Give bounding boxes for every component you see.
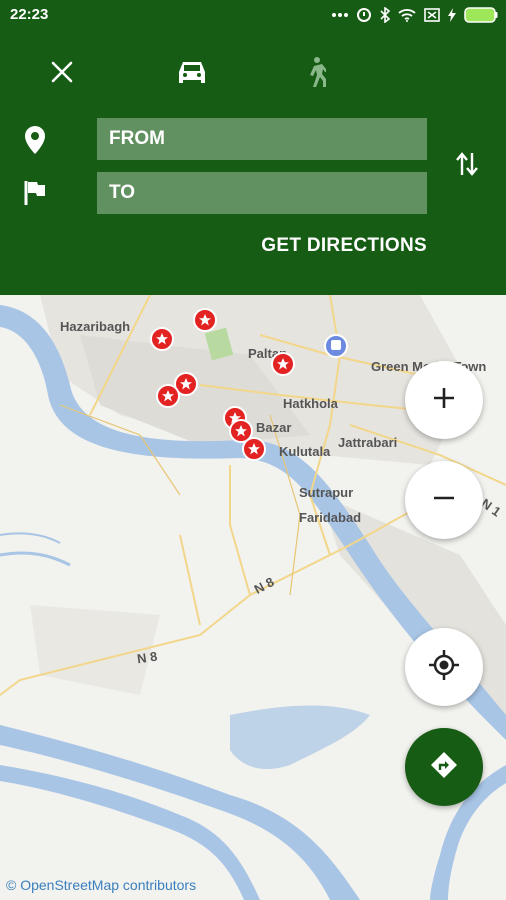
car-icon	[177, 59, 207, 90]
from-input[interactable]: FROM	[97, 118, 427, 160]
minus-icon	[432, 486, 456, 515]
car-mode-button[interactable]	[168, 50, 216, 98]
directions-icon	[429, 750, 459, 785]
battery-icon	[464, 7, 498, 23]
status-bar: 22:23	[0, 0, 506, 30]
to-placeholder: TO	[109, 182, 136, 203]
bluetooth-icon	[380, 7, 390, 23]
location-pin-icon	[20, 125, 50, 155]
sim-icon	[424, 8, 440, 22]
flag-icon	[20, 178, 50, 208]
close-icon	[51, 61, 73, 88]
place-marker[interactable]	[193, 308, 217, 332]
place-marker[interactable]	[242, 437, 266, 461]
from-placeholder: FROM	[109, 128, 165, 149]
get-directions-button[interactable]: GET DIRECTIONS	[261, 235, 427, 257]
place-marker[interactable]	[150, 327, 174, 351]
close-button[interactable]	[38, 50, 86, 98]
wifi-icon	[398, 8, 416, 22]
place-marker[interactable]	[156, 384, 180, 408]
crosshair-icon	[428, 649, 460, 686]
sync-icon	[356, 7, 372, 23]
place-marker[interactable]	[271, 352, 295, 376]
swap-button[interactable]	[443, 142, 491, 190]
walk-icon	[304, 56, 329, 93]
walk-mode-button[interactable]	[291, 50, 339, 98]
map-attribution-link[interactable]: © OpenStreetMap contributors	[6, 877, 196, 893]
metro-icon[interactable]	[324, 334, 348, 358]
dots-icon	[332, 12, 348, 18]
plus-icon	[432, 386, 456, 415]
directions-panel: FROM TO GET DIRECTIONS	[0, 30, 506, 295]
swap-vertical-icon	[456, 151, 478, 182]
my-location-button[interactable]	[405, 628, 483, 706]
zoom-out-button[interactable]	[405, 461, 483, 539]
directions-fab[interactable]	[405, 728, 483, 806]
status-time: 22:23	[10, 6, 49, 23]
map-view[interactable]: Hazaribagh Paltan Green Model Town Hatkh…	[0, 295, 506, 900]
zoom-in-button[interactable]	[405, 361, 483, 439]
charging-icon	[448, 8, 456, 22]
to-input[interactable]: TO	[97, 172, 427, 214]
